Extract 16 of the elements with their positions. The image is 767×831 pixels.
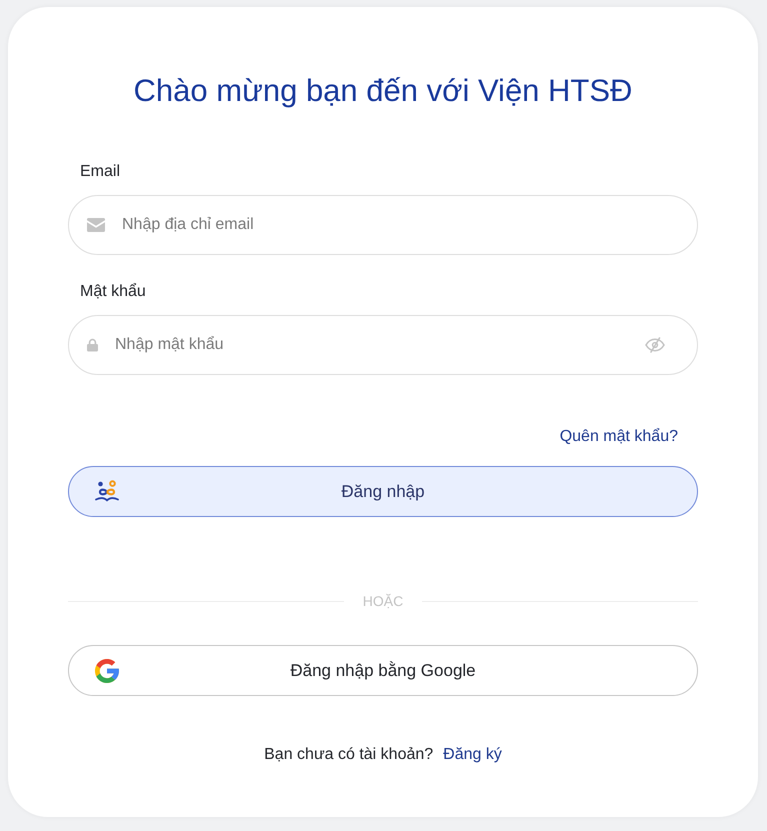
forgot-password-link[interactable]: Quên mật khẩu? bbox=[560, 427, 678, 447]
divider-label: HOẶC bbox=[362, 592, 404, 610]
eye-slash-icon[interactable] bbox=[645, 337, 665, 353]
signup-prompt: Bạn chưa có tài khoản? bbox=[264, 745, 434, 765]
email-field[interactable]: Nhập địa chỉ email bbox=[68, 195, 698, 255]
password-field[interactable]: Nhập mật khẩu bbox=[68, 315, 698, 375]
field-label: Mật khẩu bbox=[79, 282, 147, 302]
signup-link[interactable]: Đăng ký bbox=[443, 745, 502, 765]
login-button[interactable]: Đăng nhập bbox=[68, 466, 698, 517]
welcome-title: Chào mừng bạn đến với Viện HTSĐ bbox=[132, 72, 634, 110]
field-label: Email bbox=[79, 162, 122, 182]
google-login-button[interactable]: Đăng nhập bằng Google bbox=[68, 645, 698, 696]
google-logo-icon bbox=[95, 658, 119, 682]
lock-icon bbox=[87, 338, 98, 352]
envelope-icon bbox=[87, 218, 105, 232]
infinity-book-logo-icon bbox=[95, 480, 119, 503]
